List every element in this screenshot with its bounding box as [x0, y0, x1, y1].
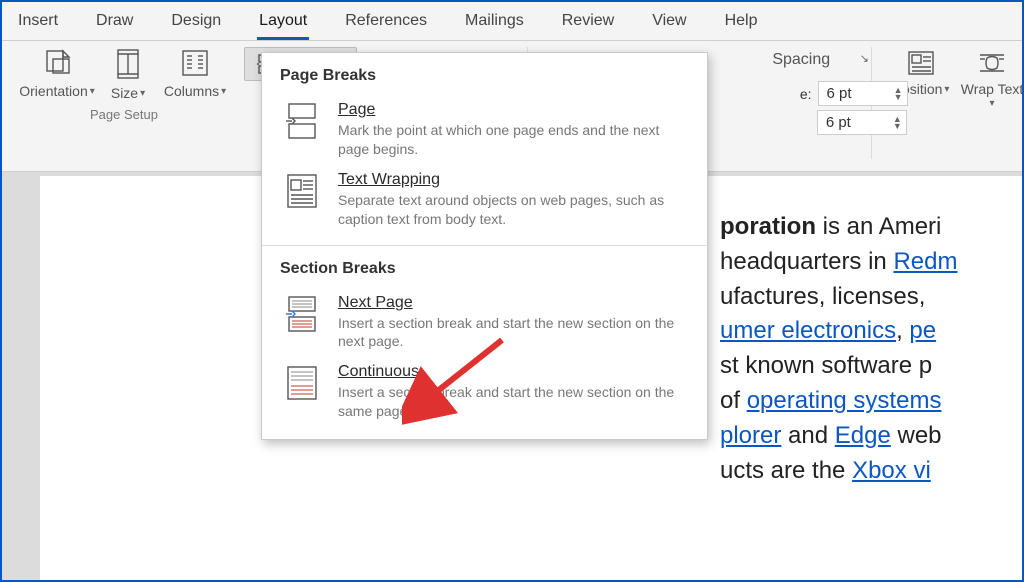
menu-item-title: Next Page	[338, 294, 689, 312]
menu-item-title: Page	[338, 101, 689, 119]
menu-item-continuous[interactable]: Continuous Insert a section break and sta…	[262, 357, 707, 427]
spacing-label: Spacing	[772, 51, 830, 69]
menu-item-title: Text Wrapping	[338, 171, 689, 189]
wrap-text-button[interactable]: Wrap Text▾	[962, 47, 1022, 111]
menu-item-desc: Insert a section break and start the new…	[338, 383, 689, 421]
dialog-launcher-icon[interactable]: ↘	[858, 50, 871, 67]
tab-draw[interactable]: Draw	[94, 12, 135, 40]
tab-references[interactable]: References	[343, 12, 429, 40]
spinner-arrows-icon[interactable]: ▲▼	[893, 116, 902, 130]
menu-item-desc: Mark the point at which one page ends an…	[338, 121, 689, 159]
columns-label: Columns	[164, 83, 219, 99]
menu-item-desc: Insert a section break and start the new…	[338, 314, 689, 352]
columns-button[interactable]: Columns▾	[158, 45, 232, 103]
group-page-setup: Orientation▾ Size▾ Columns▾ Page Setup	[2, 41, 240, 124]
menu-item-desc: Separate text around objects on web page…	[338, 191, 689, 229]
link-redmond[interactable]: Redm	[893, 248, 957, 275]
chevron-down-icon: ▾	[989, 98, 994, 109]
tab-insert[interactable]: Insert	[16, 12, 60, 40]
ribbon-tabs: Insert Draw Design Layout References Mai…	[2, 2, 1022, 41]
menu-item-text-wrapping[interactable]: Text Wrapping Separate text around object…	[262, 165, 707, 235]
text-wrapping-icon	[280, 171, 324, 211]
spacing-before-value: 6 pt	[827, 85, 852, 102]
menu-item-page[interactable]: Page Mark the point at which one page end…	[262, 95, 707, 165]
tab-view[interactable]: View	[650, 12, 688, 40]
link-explorer[interactable]: plorer	[720, 422, 781, 449]
spacing-before-prefix: e:	[800, 86, 812, 102]
size-button[interactable]: Size▾	[98, 45, 158, 103]
group-label-page-setup: Page Setup	[90, 107, 158, 122]
tab-layout[interactable]: Layout	[257, 12, 309, 40]
menu-divider	[262, 245, 707, 246]
menu-item-title: Continuous	[338, 363, 689, 381]
link-xbox[interactable]: Xbox vi	[852, 457, 931, 484]
columns-icon	[179, 47, 211, 79]
spacing-after-value: 6 pt	[826, 114, 851, 131]
wrap-text-icon	[977, 49, 1007, 77]
chevron-down-icon: ▾	[944, 84, 949, 95]
link-pe[interactable]: pe	[909, 317, 936, 344]
tab-review[interactable]: Review	[560, 12, 616, 40]
page-break-icon	[280, 101, 324, 141]
position-icon	[906, 49, 936, 77]
chevron-down-icon: ▾	[140, 88, 145, 99]
tab-design[interactable]: Design	[169, 12, 223, 40]
tab-mailings[interactable]: Mailings	[463, 12, 526, 40]
app-window: Insert Draw Design Layout References Mai…	[0, 0, 1024, 582]
size-label: Size	[111, 85, 138, 101]
next-page-icon	[280, 294, 324, 334]
menu-heading-page-breaks: Page Breaks	[280, 67, 707, 85]
menu-heading-section-breaks: Section Breaks	[280, 260, 707, 278]
link-consumer-electronics[interactable]: umer electronics	[720, 317, 896, 344]
tab-help[interactable]: Help	[723, 12, 760, 40]
orientation-label: Orientation	[19, 83, 87, 99]
link-operating-systems[interactable]: operating systems	[747, 387, 942, 414]
chevron-down-icon: ▾	[221, 86, 226, 97]
breaks-menu: Page Breaks Page Mark the point at which …	[261, 52, 708, 440]
size-icon	[112, 47, 144, 81]
wrap-text-label: Wrap Text	[961, 81, 1024, 97]
menu-item-next-page[interactable]: Next Page Insert a section break and star…	[262, 288, 707, 358]
orientation-icon	[41, 47, 73, 79]
continuous-icon	[280, 363, 324, 403]
spacing-after-input[interactable]: 6 pt ▲▼	[817, 110, 907, 135]
chevron-down-icon: ▾	[90, 86, 95, 97]
spacing-before-input[interactable]: 6 pt ▲▼	[818, 81, 908, 106]
link-edge[interactable]: Edge	[835, 422, 891, 449]
spinner-arrows-icon[interactable]: ▲▼	[894, 87, 903, 101]
orientation-button[interactable]: Orientation▾	[16, 45, 98, 103]
